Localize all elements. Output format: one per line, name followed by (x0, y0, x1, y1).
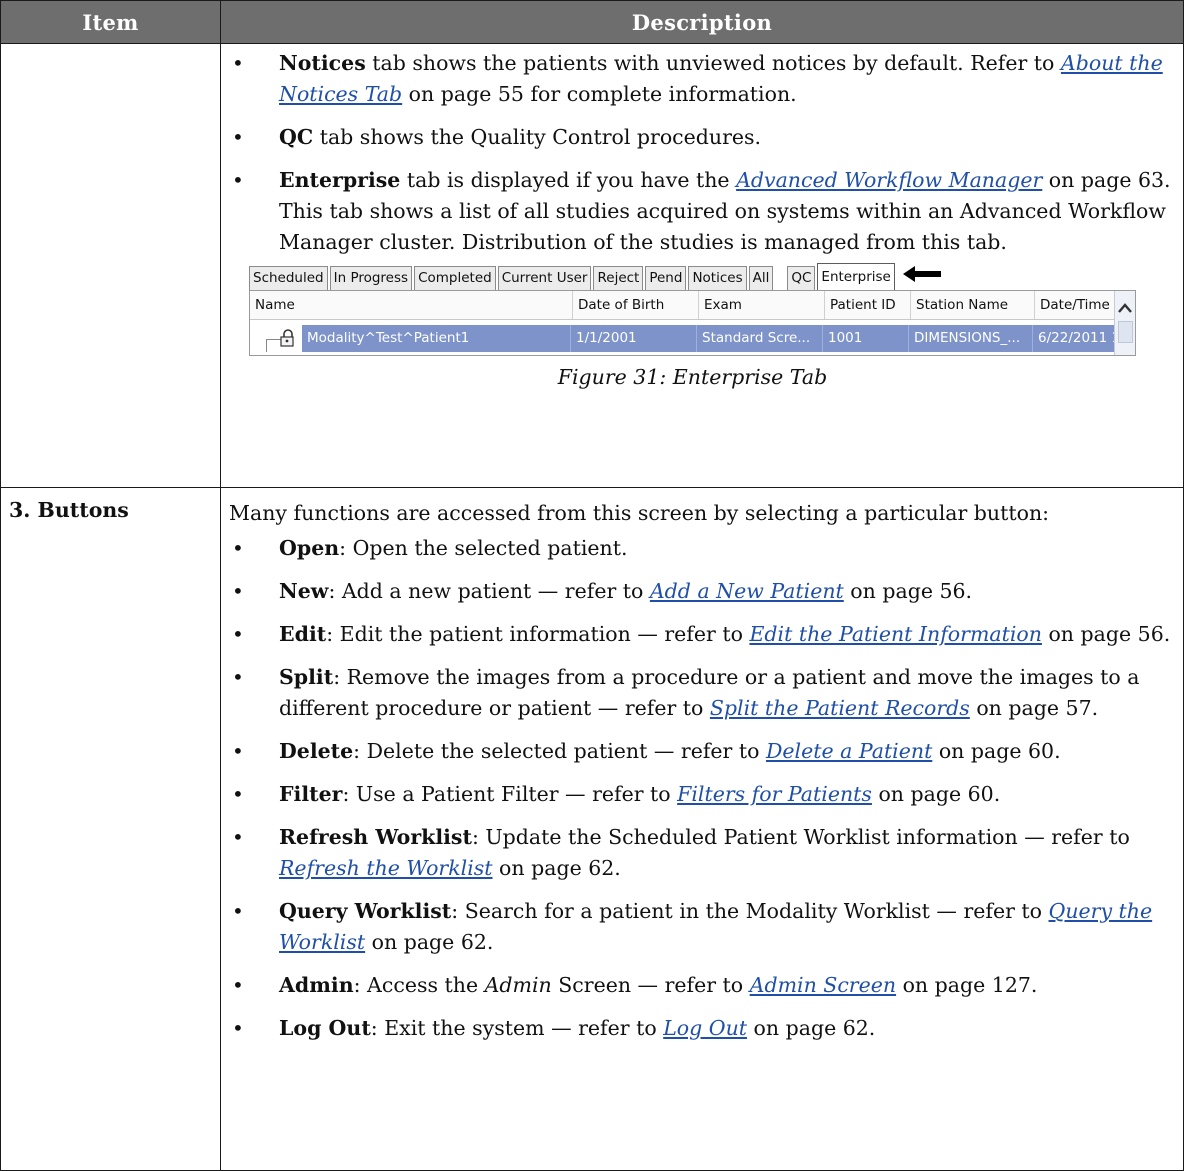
tab-bullet-list: Notices tab shows the patients with unvi… (229, 48, 1175, 258)
vertical-scrollbar[interactable] (1114, 291, 1135, 355)
column-header-exam[interactable]: Exam (699, 291, 825, 319)
patient-list-grid: Name Date of Birth Exam Patient ID Stati… (249, 290, 1136, 356)
column-header-patient-id[interactable]: Patient ID (825, 291, 911, 319)
tree-node (250, 325, 302, 352)
admin-screen-link[interactable]: Admin Screen (750, 973, 896, 997)
list-item: Open: Open the selected patient. (229, 533, 1175, 564)
tab-reject[interactable]: Reject (593, 266, 644, 290)
tab-pend[interactable]: Pend (645, 266, 687, 290)
column-header-date-time[interactable]: Date/Time (1035, 291, 1125, 319)
scroll-thumb[interactable] (1118, 321, 1133, 343)
table-row: 3. Buttons Many functions are accessed f… (0, 487, 1184, 1171)
buttons-intro: Many functions are accessed from this sc… (229, 501, 1050, 525)
column-header-station-name[interactable]: Station Name (911, 291, 1035, 319)
list-item: Admin: Access the Admin Screen — refer t… (229, 970, 1175, 1001)
cell-name: Modality^Test^Patient1 (302, 325, 571, 352)
advanced-workflow-manager-link[interactable]: Advanced Workflow Manager (736, 168, 1042, 192)
split-patient-records-link[interactable]: Split the Patient Records (710, 696, 970, 720)
list-item: Delete: Delete the selected patient — re… (229, 736, 1175, 767)
cell-exam: Standard Scre... (697, 325, 823, 352)
reference-table: Item Description Notices tab shows the p… (0, 0, 1184, 1171)
table-header-row: Item Description (0, 0, 1184, 44)
figure-caption: Figure 31: Enterprise Tab (557, 365, 828, 389)
left-arrow-icon (902, 263, 941, 294)
edit-patient-information-link[interactable]: Edit the Patient Information (749, 622, 1042, 646)
column-header-name[interactable]: Name (250, 291, 573, 319)
list-item: Notices tab shows the patients with unvi… (229, 48, 1175, 110)
cell-date-time: 6/22/2011 1 (1033, 325, 1124, 352)
tab-completed[interactable]: Completed (414, 266, 496, 290)
list-item: Enterprise tab is displayed if you have … (229, 165, 1175, 258)
item-cell: 3. Buttons (0, 487, 221, 1171)
tab-qc[interactable]: QC (787, 266, 816, 290)
refresh-worklist-link[interactable]: Refresh the Worklist (279, 856, 493, 880)
cell-date-of-birth: 1/1/2001 (571, 325, 697, 352)
tab-notices[interactable]: Notices (688, 266, 747, 290)
cell-patient-id: 1001 (823, 325, 909, 352)
column-header-date-of-birth[interactable]: Date of Birth (573, 291, 699, 319)
item-cell (0, 43, 221, 488)
description-cell: Notices tab shows the patients with unvi… (220, 43, 1184, 488)
table-row: Notices tab shows the patients with unvi… (0, 43, 1184, 488)
column-header-item: Item (0, 0, 221, 44)
list-item: Query Worklist: Search for a patient in … (229, 896, 1175, 958)
list-item: Split: Remove the images from a procedur… (229, 662, 1175, 724)
worklist-tab-strip: Scheduled In Progress Completed Current … (249, 263, 1136, 290)
tab-current-user[interactable]: Current User (497, 266, 592, 290)
filters-for-patients-link[interactable]: Filters for Patients (677, 782, 872, 806)
tab-enterprise[interactable]: Enterprise (817, 263, 895, 290)
column-header-description: Description (220, 0, 1184, 44)
list-item: QC tab shows the Quality Control procedu… (229, 122, 1175, 153)
list-item: Edit: Edit the patient information — ref… (229, 619, 1175, 650)
tab-scheduled[interactable]: Scheduled (249, 266, 328, 290)
list-item: New: Add a new patient — refer to Add a … (229, 576, 1175, 607)
lock-icon (278, 328, 298, 352)
tab-all[interactable]: All (748, 266, 774, 290)
list-item: Filter: Use a Patient Filter — refer to … (229, 779, 1175, 810)
cell-station-name: DIMENSIONS_... (909, 325, 1033, 352)
enterprise-tab-figure: Scheduled In Progress Completed Current … (249, 263, 1136, 393)
button-bullet-list: Open: Open the selected patient. New: Ad… (229, 533, 1175, 1044)
table-row[interactable]: Modality^Test^Patient1 1/1/2001 Standard… (250, 325, 1135, 352)
description-cell: Many functions are accessed from this sc… (220, 487, 1184, 1171)
delete-patient-link[interactable]: Delete a Patient (766, 739, 932, 763)
tab-in-progress[interactable]: In Progress (329, 266, 413, 290)
list-item: Refresh Worklist: Update the Scheduled P… (229, 822, 1175, 884)
grid-header-row: Name Date of Birth Exam Patient ID Stati… (250, 291, 1135, 320)
add-new-patient-link[interactable]: Add a New Patient (650, 579, 844, 603)
list-item: Log Out: Exit the system — refer to Log … (229, 1013, 1175, 1044)
log-out-link[interactable]: Log Out (663, 1016, 747, 1040)
